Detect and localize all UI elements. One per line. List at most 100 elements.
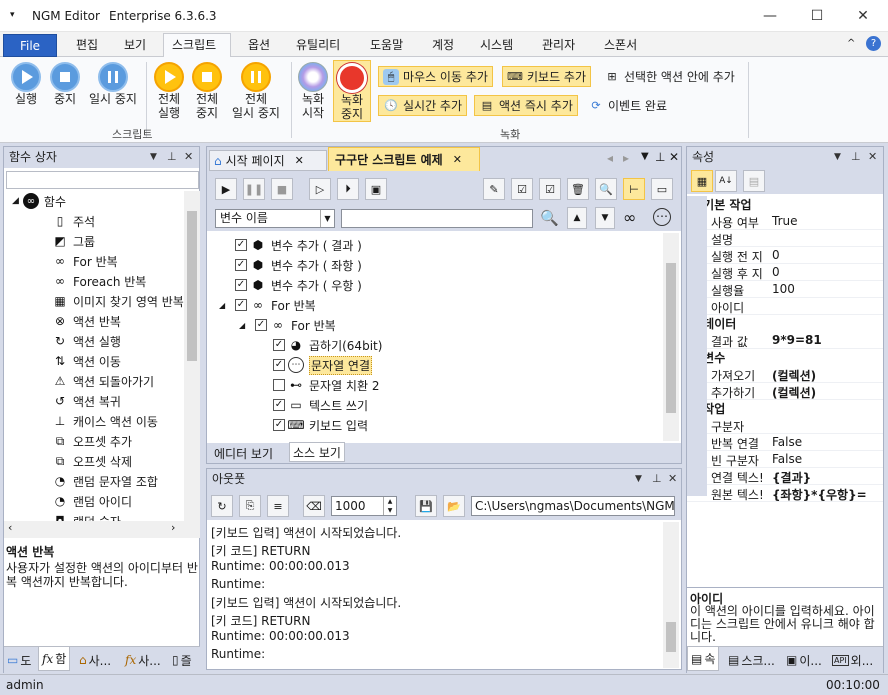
add-keyboard-button[interactable]: ⌨ 키보드 추가: [502, 66, 592, 87]
tab-user[interactable]: ⌂ 사...: [76, 650, 114, 670]
prop-category-basic[interactable]: ◢기본 작업: [687, 196, 883, 213]
function-item[interactable]: ▯ 주석: [52, 211, 95, 231]
scroll-left-icon[interactable]: ‹: [8, 521, 12, 534]
script-item[interactable]: ✓ ⌨ 키보드 입력: [257, 415, 368, 435]
sort-alpha-button[interactable]: A↓: [715, 170, 737, 192]
output-scrollbar[interactable]: [663, 522, 679, 668]
prop-row-source-text[interactable]: 원본 텍스! {좌항}*{우항}=: [687, 485, 883, 502]
scroll-thumb[interactable]: [666, 622, 676, 652]
function-item[interactable]: ∞ For 반복: [52, 251, 118, 271]
tab-image[interactable]: ▣ 이...: [783, 650, 825, 670]
menu-sponsor[interactable]: 스폰서: [604, 36, 637, 53]
tree-view-button[interactable]: ⊢: [623, 178, 645, 200]
function-item[interactable]: ∞ Foreach 반복: [52, 271, 146, 291]
script-item-checkbox[interactable]: ✓: [273, 339, 285, 351]
pin-icon[interactable]: ⊥: [851, 147, 861, 167]
tab-functions[interactable]: fx 함: [38, 647, 71, 671]
move-down-button[interactable]: ▼: [595, 207, 615, 229]
function-item[interactable]: ⧉ 오프셋 추가: [52, 431, 132, 451]
output-options-button[interactable]: ↻: [211, 495, 233, 517]
menu-account[interactable]: 계정: [432, 36, 454, 53]
open-folder-button[interactable]: 📂: [443, 495, 465, 517]
prop-row-get[interactable]: 가져오기 (컬렉션): [687, 366, 883, 383]
function-tree-scrollbar[interactable]: [184, 191, 200, 521]
function-tree-hscroll[interactable]: ‹ ›: [4, 521, 200, 538]
pause-button[interactable]: 일시 중지: [84, 62, 142, 106]
script-item[interactable]: ✓ ⬢ 변수 추가 ( 좌항 ): [219, 255, 362, 275]
script-tree-scrollbar[interactable]: [663, 233, 679, 441]
function-search-input[interactable]: [6, 171, 199, 189]
pause-all-button[interactable]: 전체 일시 중지: [227, 62, 285, 120]
tab-close-icon[interactable]: ✕: [453, 153, 462, 166]
prop-row-add[interactable]: 추가하기 (컬렉션): [687, 383, 883, 400]
search-icon[interactable]: 🔍: [540, 209, 559, 227]
output-count-stepper[interactable]: 1000 ▲ ▼: [331, 496, 397, 516]
script-item-checkbox[interactable]: ✓: [235, 239, 247, 251]
tab-close-icon[interactable]: ✕: [295, 154, 304, 167]
prop-category-data[interactable]: ◢데이터: [687, 315, 883, 332]
menu-file[interactable]: File: [3, 34, 57, 57]
scroll-thumb[interactable]: [666, 263, 676, 413]
expand-icon[interactable]: ◢: [239, 321, 255, 330]
menu-help[interactable]: 도움말: [370, 36, 403, 53]
script-item-checkbox[interactable]: ✓: [235, 259, 247, 271]
menu-system[interactable]: 시스템: [480, 36, 513, 53]
script-item[interactable]: ◢ ✓ ∞ For 반복: [239, 315, 336, 335]
tab-next-icon[interactable]: ▸: [623, 151, 629, 165]
menu-admin[interactable]: 관리자: [542, 36, 575, 53]
close-button[interactable]: ✕: [840, 0, 886, 32]
tab-properties[interactable]: ▤ 속: [687, 647, 720, 671]
delete-button[interactable]: 🗑: [567, 178, 589, 200]
prop-category-work[interactable]: ◢작업: [687, 400, 883, 417]
pin-icon[interactable]: ⊥: [167, 147, 177, 167]
dropdown-icon[interactable]: ▼: [150, 147, 157, 167]
save-log-button[interactable]: 💾: [415, 495, 437, 517]
function-item[interactable]: ⊗ 액션 반복: [52, 311, 121, 331]
prop-row-use[interactable]: 사용 여부 True: [687, 213, 883, 230]
script-item-checkbox[interactable]: ✓: [255, 319, 267, 331]
record-start-button[interactable]: 녹화 시작: [296, 62, 330, 120]
event-complete-button[interactable]: ⟳ 이벤트 완료: [584, 95, 671, 116]
menu-utility[interactable]: 유틸리티: [296, 36, 340, 53]
script-item-checkbox[interactable]: ✓: [235, 279, 247, 291]
menu-view[interactable]: 보기: [124, 36, 146, 53]
prop-row-id[interactable]: 아이디: [687, 298, 883, 315]
tab-start-page[interactable]: ⌂ 시작 페이지 ✕: [209, 150, 327, 171]
stop-button[interactable]: 중지: [46, 62, 84, 106]
script-item-checkbox[interactable]: ✓: [273, 399, 285, 411]
run-from-button[interactable]: ⏵: [337, 178, 359, 200]
prop-row-concat-text[interactable]: 연결 텍스! {결과}: [687, 468, 883, 485]
script-item[interactable]: ✓ ⬢ 변수 추가 ( 우항 ): [219, 275, 362, 295]
add-realtime-button[interactable]: 🕓 실시간 추가: [378, 95, 468, 116]
prop-row-repeat[interactable]: 반복 연결 False: [687, 434, 883, 451]
close-icon[interactable]: ✕: [184, 147, 193, 167]
edit-button[interactable]: ✎: [483, 178, 505, 200]
log-path-input[interactable]: C:\Users\ngmas\Documents\NGM6\: [471, 496, 675, 516]
run-all-button[interactable]: 전체 실행: [151, 62, 187, 120]
script-item-checkbox[interactable]: [273, 379, 285, 391]
menu-options[interactable]: 옵션: [248, 36, 270, 53]
tab-script-active[interactable]: 구구단 스크립트 예제 ✕: [328, 147, 480, 171]
help-icon[interactable]: ?: [866, 36, 881, 51]
function-item[interactable]: ↺ 액션 복귀: [52, 391, 121, 411]
function-item[interactable]: ◩ 그룹: [52, 231, 95, 251]
minimize-button[interactable]: —: [747, 0, 793, 32]
script-item[interactable]: ✓ ◕ 곱하기(64bit): [257, 335, 382, 355]
scroll-thumb[interactable]: [187, 211, 197, 361]
categorized-button[interactable]: ▦: [691, 170, 713, 192]
script-item[interactable]: ✓ ▭ 텍스트 쓰기: [257, 395, 368, 415]
function-item[interactable]: ◘ 랜덤 숫자: [52, 511, 121, 521]
tab-editor-view[interactable]: 에디터 보기: [211, 443, 276, 463]
function-item[interactable]: ◔ 랜덤 문자열 조합: [52, 471, 158, 491]
menu-script[interactable]: 스크립트: [172, 36, 216, 53]
function-item[interactable]: ⇅ 액션 이동: [52, 351, 121, 371]
close-icon[interactable]: ✕: [668, 469, 677, 489]
tab-list-icon[interactable]: ▼: [641, 151, 649, 162]
prop-row-empty-sep[interactable]: 빈 구분자 False: [687, 451, 883, 468]
tab-user-fx[interactable]: fx 사...: [122, 650, 164, 670]
tab-api[interactable]: API 외...: [829, 650, 876, 670]
script-item[interactable]: ✓ ⬢ 변수 추가 ( 결과 ): [219, 235, 362, 255]
prop-row-separator[interactable]: 구분자: [687, 417, 883, 434]
prop-row-before[interactable]: 실행 전 지 0: [687, 247, 883, 264]
tree-root[interactable]: ◢ ∞ 함수: [12, 191, 66, 211]
